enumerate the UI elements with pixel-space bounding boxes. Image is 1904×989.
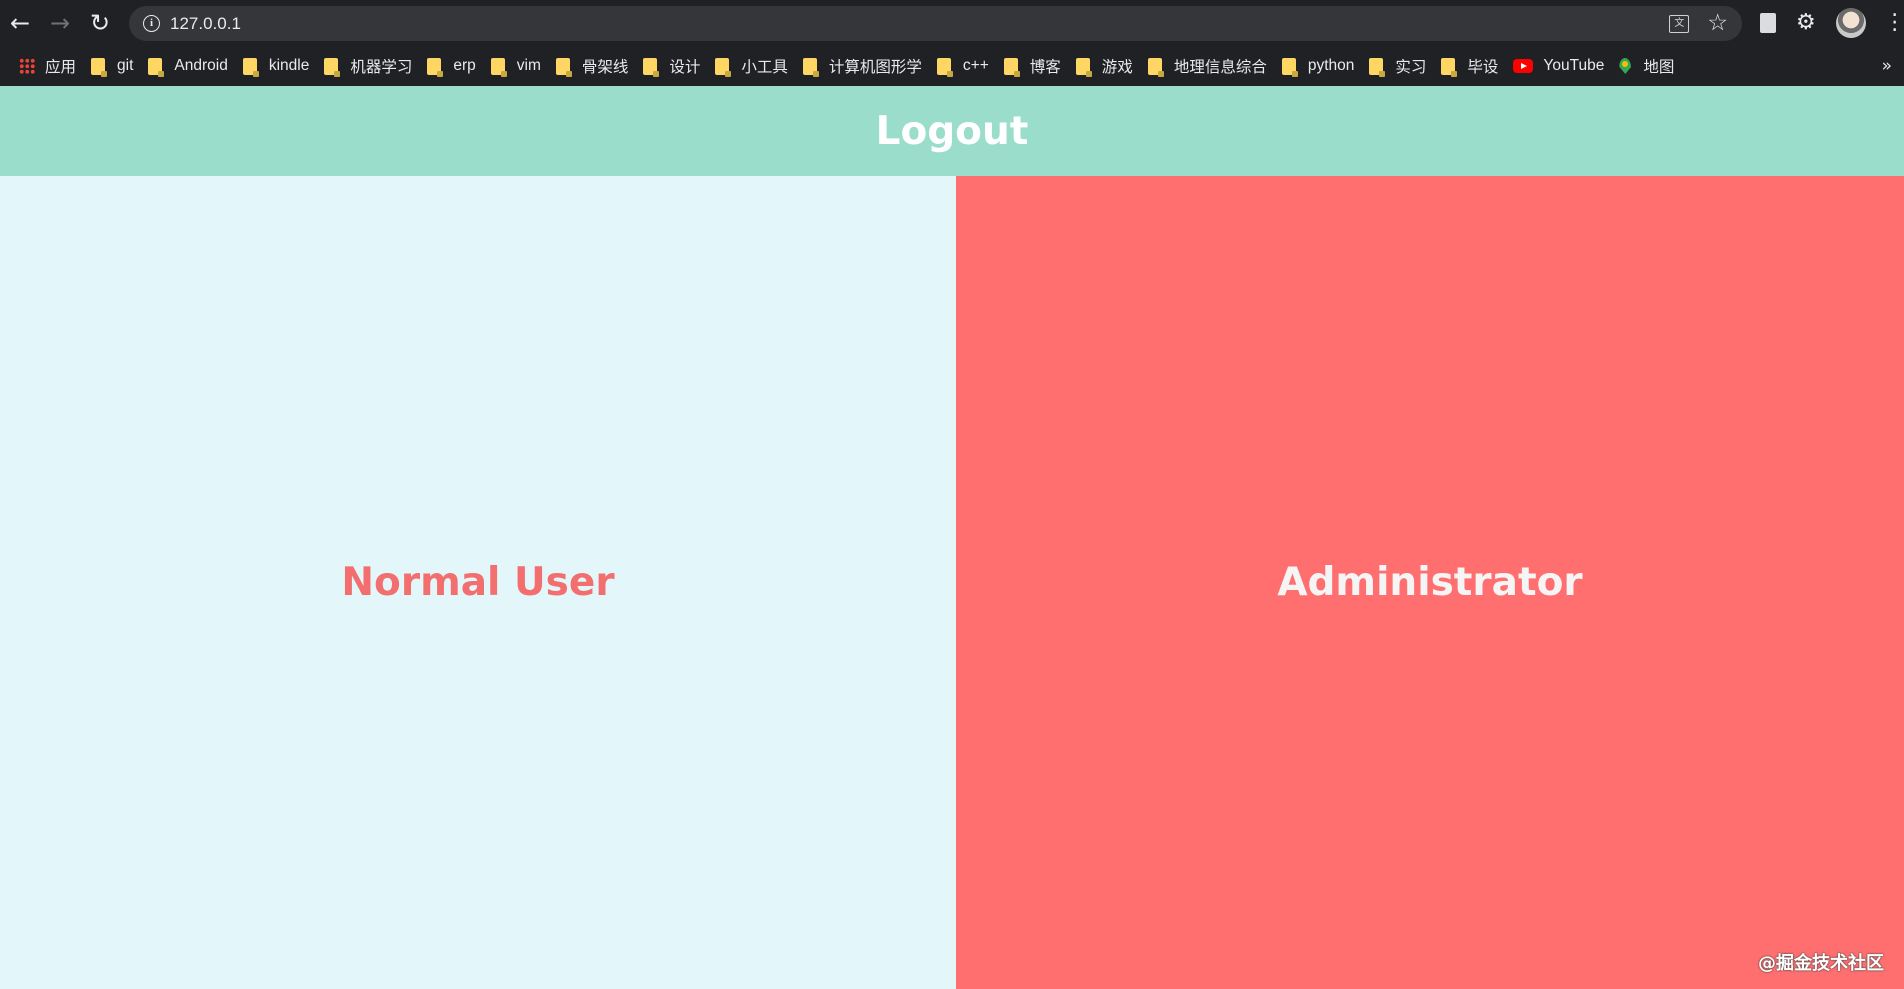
bookmark-label: python <box>1307 57 1355 74</box>
logout-button[interactable]: Logout <box>876 109 1029 154</box>
bookmark-maps[interactable]: 地图 <box>1613 52 1683 80</box>
bookmark-label: vim <box>516 57 541 74</box>
folder-icon <box>715 57 732 77</box>
bookmark-folder[interactable]: erp <box>421 52 484 80</box>
bookmark-folder[interactable]: 博客 <box>998 52 1070 80</box>
bookmark-label: git <box>117 57 134 74</box>
folder-icon <box>1281 57 1298 77</box>
folder-icon <box>1147 57 1164 77</box>
folder-icon <box>324 57 341 77</box>
bookmark-label: 游戏 <box>1101 59 1133 76</box>
folder-icon <box>643 57 660 77</box>
folder-icon <box>242 57 259 77</box>
url-text[interactable]: 127.0.0.1 <box>170 14 241 34</box>
bookmark-label: 小工具 <box>741 59 788 76</box>
bookmark-folder[interactable]: 小工具 <box>709 52 797 80</box>
bookmark-label: 地理信息综合 <box>1173 59 1267 76</box>
folder-icon <box>490 57 507 77</box>
folder-icon <box>148 57 165 77</box>
bookmark-youtube[interactable]: YouTube <box>1507 52 1613 80</box>
bookmark-label: 应用 <box>45 59 77 76</box>
bookmark-apps[interactable]: 应用 <box>13 52 85 80</box>
site-info-icon[interactable]: i <box>143 15 160 32</box>
normal-user-panel[interactable]: Normal User <box>0 176 956 989</box>
browser-toolbar: ← → ↻ i 127.0.0.1 文 ☆ ⚙ ⋮ <box>0 0 1904 46</box>
maps-icon <box>1619 58 1632 74</box>
youtube-icon <box>1513 59 1534 73</box>
menu-icon[interactable]: ⋮ <box>1884 12 1904 34</box>
bookmark-label: 地图 <box>1643 59 1675 76</box>
normal-user-label: Normal User <box>341 560 615 605</box>
reading-list-icon[interactable] <box>1760 13 1776 33</box>
header-bar: Logout <box>0 86 1904 176</box>
folder-icon <box>1441 57 1458 77</box>
apps-icon <box>19 58 35 74</box>
folder-icon <box>1369 57 1386 77</box>
reload-icon[interactable]: ↻ <box>80 0 120 46</box>
folder-icon <box>1003 57 1020 77</box>
folder-icon <box>802 57 819 77</box>
folder-icon <box>1075 57 1092 77</box>
translate-icon[interactable]: 文 <box>1669 14 1690 33</box>
bookmark-label: 博客 <box>1029 59 1061 76</box>
folder-icon <box>555 57 572 77</box>
folder-icon <box>936 57 953 77</box>
bookmark-label: 毕设 <box>1467 59 1499 76</box>
administrator-label: Administrator <box>1277 560 1583 605</box>
bookmark-folder[interactable]: git <box>85 52 142 80</box>
bookmark-label: 设计 <box>669 59 701 76</box>
bookmark-folder[interactable]: 实习 <box>1363 52 1435 80</box>
bookmark-label: erp <box>453 57 476 74</box>
watermark: @掘金技术社区 <box>1758 953 1884 974</box>
bookmark-folder[interactable]: 设计 <box>637 52 709 80</box>
bookmark-folder[interactable]: c++ <box>931 52 998 80</box>
bookmark-label: 骨架线 <box>581 59 629 76</box>
bookmark-folder[interactable]: Android <box>142 52 236 80</box>
bookmark-label: kindle <box>268 57 310 74</box>
bookmark-folder[interactable]: vim <box>485 52 550 80</box>
bookmark-label: 计算机图形学 <box>828 59 922 76</box>
bookmarks-bar: 应用 git Android kindle 机器学习 erp vim 骨架线 设… <box>0 46 1904 86</box>
extensions-icon[interactable]: ⚙ <box>1796 12 1816 34</box>
bookmark-label: 实习 <box>1395 59 1427 76</box>
bookmarks-overflow-button[interactable]: » <box>1882 46 1892 86</box>
bookmark-folder[interactable]: 骨架线 <box>550 52 638 80</box>
profile-avatar[interactable] <box>1835 8 1866 38</box>
bookmark-label: YouTube <box>1543 57 1605 74</box>
bookmark-folder[interactable]: 机器学习 <box>318 52 421 80</box>
bookmark-label: Android <box>174 57 228 74</box>
folder-icon <box>427 57 444 77</box>
bookmark-folder[interactable]: python <box>1276 52 1364 80</box>
bookmark-label: 机器学习 <box>350 59 413 76</box>
folder-icon <box>91 57 108 77</box>
bookmark-folder[interactable]: 计算机图形学 <box>797 52 931 80</box>
page-content: Logout Normal User Administrator @掘金技术社区 <box>0 86 1904 989</box>
address-bar[interactable]: i 127.0.0.1 文 ☆ <box>129 6 1742 41</box>
back-icon[interactable]: ← <box>0 0 40 46</box>
bookmark-folder[interactable]: kindle <box>237 52 319 80</box>
bookmark-folder[interactable]: 游戏 <box>1070 52 1142 80</box>
bookmark-star-icon[interactable]: ☆ <box>1707 12 1728 35</box>
bookmark-label: c++ <box>962 57 989 74</box>
bookmark-folder[interactable]: 毕设 <box>1435 52 1507 80</box>
bookmark-folder[interactable]: 地理信息综合 <box>1142 52 1276 80</box>
administrator-panel[interactable]: Administrator @掘金技术社区 <box>956 176 1904 989</box>
forward-icon[interactable]: → <box>40 0 80 46</box>
